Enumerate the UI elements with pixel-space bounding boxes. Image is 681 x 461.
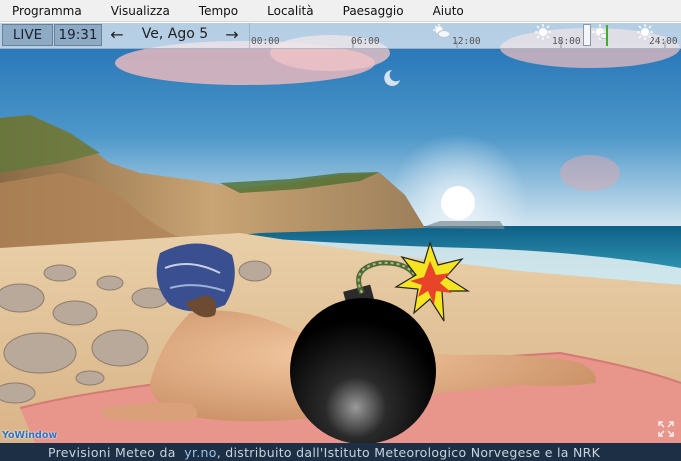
tick-0600: 06:00 [351,36,380,47]
menu-visualizza[interactable]: Visualizza [109,4,172,18]
yrno-link[interactable]: yr.no [184,445,216,460]
menu-tempo[interactable]: Tempo [197,4,240,18]
partly-cloudy-icon [433,24,450,38]
forecast-credit-bar: Previsioni Meteo da yr.no, distribuito d… [0,443,681,461]
menu-programma[interactable]: Programma [10,4,84,18]
credit-suffix: , distribuito dall'Istituto Meteorologic… [216,444,601,460]
tick-1800: 18:00 [552,36,581,47]
fullscreen-icon[interactable] [657,420,675,438]
sun-icon [535,24,551,40]
arrow-left-icon[interactable]: ← [106,26,128,44]
live-button[interactable]: LIVE [2,24,53,46]
tick-1200: 12:00 [452,36,481,47]
menu-paesaggio[interactable]: Paesaggio [341,4,406,18]
time-ruler[interactable]: 00:00 06:00 12:00 18:00 24:00 [249,23,679,48]
landscape-scene [0,23,681,443]
tick-2400: 24:00 [649,36,678,47]
timeline-bar: LIVE 19:31 ← Ve, Ago 5 → 00:00 06:00 12:… [0,23,681,49]
arrow-right-icon[interactable]: → [221,26,243,44]
date-label: Ve, Ago 5 [141,26,209,42]
tick-0000: 00:00 [251,36,280,47]
clock-display[interactable]: 19:31 [54,24,102,46]
credit-prefix: Previsioni Meteo da [48,444,176,460]
yowindow-app: Programma Visualizza Tempo Località Paes… [0,0,681,461]
current-time-marker [606,25,608,46]
menu-aiuto[interactable]: Aiuto [431,4,466,18]
menu-bar: Programma Visualizza Tempo Località Paes… [0,0,681,22]
time-slider-handle[interactable] [583,24,591,46]
sun-icon [637,24,653,40]
yowindow-logo[interactable]: YoWindow [2,430,57,441]
beach-landscape [0,23,681,443]
menu-localita[interactable]: Località [265,4,316,18]
